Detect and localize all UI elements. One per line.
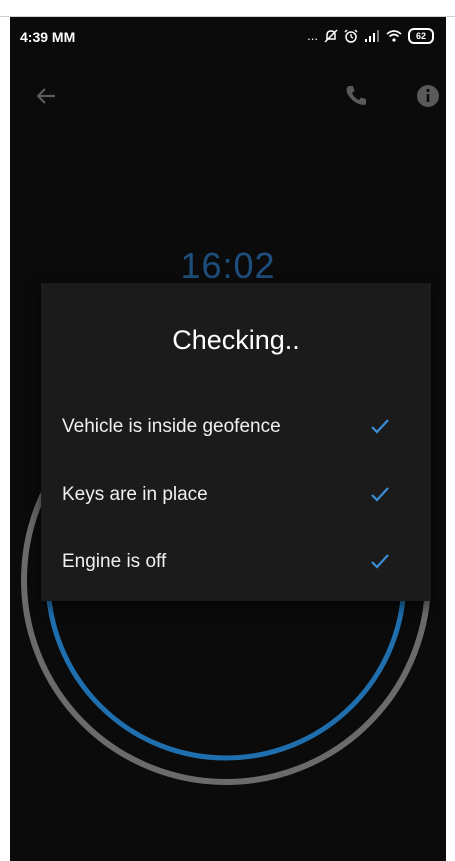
check-item-label: Keys are in place [62,484,208,505]
check-item-label: Vehicle is inside geofence [62,416,281,437]
check-item-label: Engine is off [62,551,167,572]
dialog-title: Checking.. [172,325,300,355]
checkmark-icon [371,419,389,434]
checkmark-icon [371,487,389,502]
checkmark-icon [371,554,389,569]
check-item-geofence: Vehicle is inside geofence [62,412,402,442]
check-item-keys: Keys are in place [62,480,402,510]
phone-screen: 4:39 MM ... 62 16:02 Checking.. Vehicle … [10,17,446,861]
checking-dialog: Checking.. Vehicle is inside geofence Ke… [41,283,431,601]
check-item-engine: Engine is off [62,547,402,577]
